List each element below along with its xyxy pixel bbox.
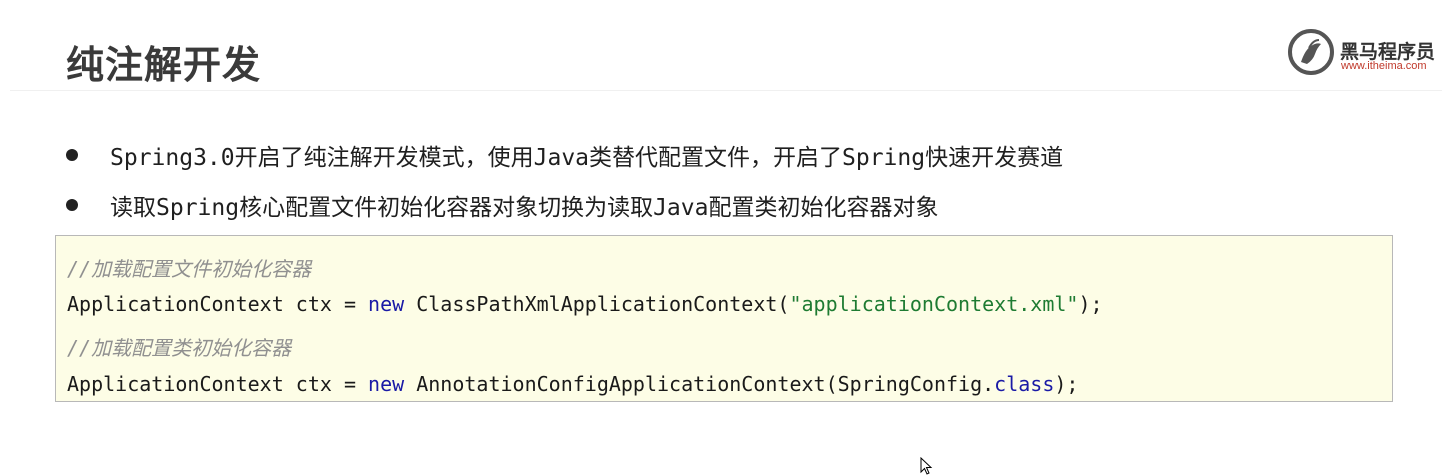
code-keyword: new — [368, 372, 405, 396]
title-divider — [10, 90, 1442, 91]
bullet-item: Spring3.0开启了纯注解开发模式，使用Java类替代配置文件，开启了Spr… — [66, 138, 1063, 172]
slide-title: 纯注解开发 — [66, 43, 262, 87]
code-comment: //加载配置类初始化容器 — [67, 336, 292, 360]
code-text: ApplicationContext ctx = — [67, 292, 369, 316]
mouse-cursor-icon — [920, 457, 933, 475]
bullet-dot-icon — [66, 149, 78, 161]
code-string: "applicationContext.xml" — [789, 292, 1079, 316]
code-keyword: new — [368, 292, 405, 316]
code-text: ApplicationContext ctx = — [67, 372, 369, 396]
bullet-text: Spring3.0开启了纯注解开发模式，使用Java类替代配置文件，开启了Spr… — [110, 145, 1064, 171]
bullet-dot-icon — [66, 199, 78, 211]
horse-logo-icon — [1288, 29, 1334, 75]
code-keyword: class — [994, 372, 1055, 396]
code-line: ApplicationContext ctx = new ClassPathXm… — [67, 292, 1103, 316]
code-line: ApplicationContext ctx = new AnnotationC… — [67, 372, 1078, 396]
bullet-text: 读取Spring核心配置文件初始化容器对象切换为读取Java配置类初始化容器对象 — [110, 195, 939, 221]
code-block: //加载配置文件初始化容器 ApplicationContext ctx = n… — [55, 235, 1393, 402]
logo-url: www.itheima.com — [1341, 60, 1427, 72]
bullet-item: 读取Spring核心配置文件初始化容器对象切换为读取Java配置类初始化容器对象 — [66, 188, 938, 222]
code-text: ); — [1054, 372, 1079, 396]
itheima-logo: 黑马程序员 www.itheima.com — [1287, 28, 1447, 76]
code-comment: //加载配置文件初始化容器 — [67, 257, 312, 281]
code-text: ); — [1078, 292, 1103, 316]
code-text: ClassPathXmlApplicationContext( — [404, 292, 790, 316]
code-text: AnnotationConfigApplicationContext(Sprin… — [404, 372, 995, 396]
